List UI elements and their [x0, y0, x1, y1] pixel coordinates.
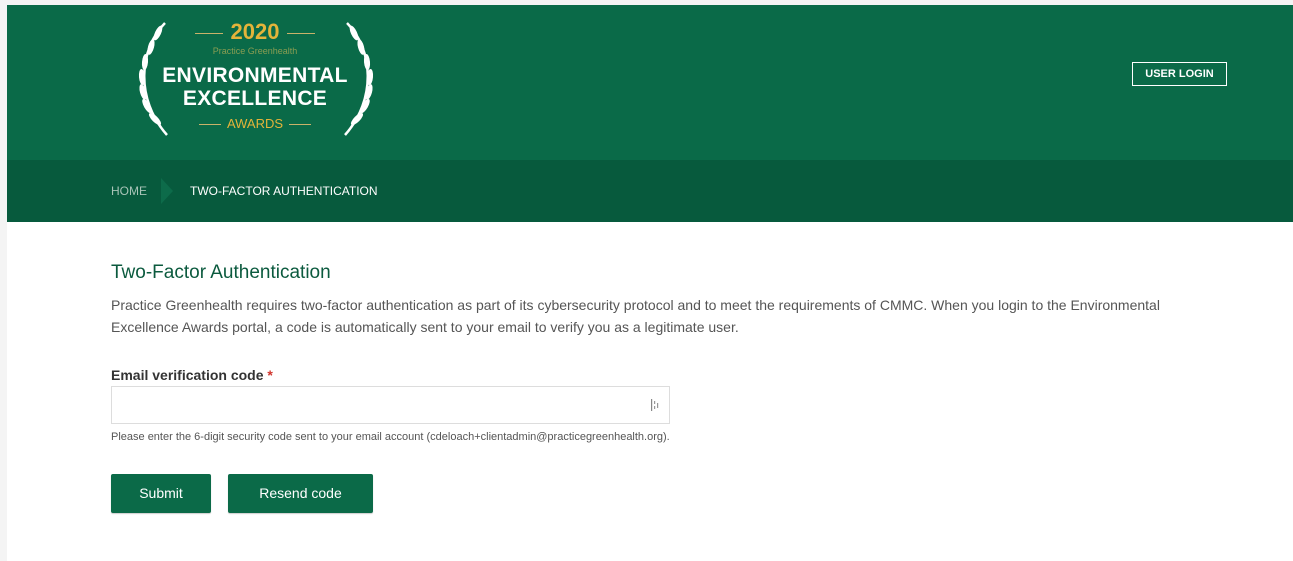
- verification-code-label: Email verification code *: [111, 367, 273, 383]
- logo-line-1: ENVIRONMENTAL: [162, 64, 348, 87]
- breadcrumb-home-link[interactable]: HOME: [111, 184, 147, 198]
- logo-year-text: 2020: [230, 19, 280, 44]
- verification-code-label-text: Email verification code: [111, 367, 264, 383]
- breadcrumb-current: TWO-FACTOR AUTHENTICATION: [190, 184, 378, 198]
- resend-code-button[interactable]: Resend code: [228, 474, 373, 513]
- page-frame: 2020 Practice Greenhealth ENVIRONMENTAL …: [7, 5, 1293, 561]
- breadcrumb-separator-icon: [161, 178, 173, 204]
- logo-year: 2020: [125, 19, 385, 45]
- verification-code-input[interactable]: [111, 386, 670, 424]
- intro-text: Practice Greenhealth requires two-factor…: [111, 297, 1160, 335]
- help-text: Please enter the 6-digit security code s…: [111, 431, 670, 443]
- logo-awards-text: AWARDS: [226, 116, 284, 131]
- page-title: Two-Factor Authentication: [111, 262, 331, 283]
- logo-subtitle: Practice Greenhealth: [212, 46, 298, 56]
- user-login-button[interactable]: USER LOGIN: [1132, 62, 1227, 86]
- required-mark: *: [267, 367, 273, 383]
- site-header: 2020 Practice Greenhealth ENVIRONMENTAL …: [7, 5, 1293, 160]
- logo-line-2: EXCELLENCE: [182, 87, 328, 110]
- logo-awards: AWARDS: [125, 116, 385, 131]
- awards-logo[interactable]: 2020 Practice Greenhealth ENVIRONMENTAL …: [125, 13, 385, 138]
- submit-button[interactable]: Submit: [111, 474, 211, 513]
- password-manager-icon[interactable]: [650, 398, 660, 412]
- breadcrumb: HOME TWO-FACTOR AUTHENTICATION: [7, 160, 1293, 222]
